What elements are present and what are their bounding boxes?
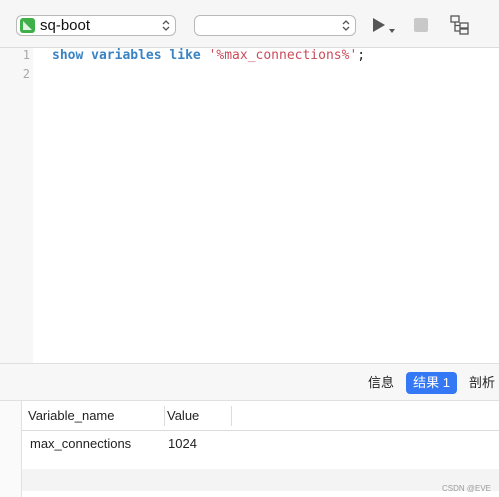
code-line-1: show variables like '%max_connections%';: [52, 47, 365, 65]
row-header-column: [0, 401, 22, 497]
database-select[interactable]: [194, 15, 356, 36]
column-divider[interactable]: [231, 406, 232, 426]
toolbar: sq-boot: [0, 0, 499, 48]
table-header: Variable_name Value: [22, 401, 499, 431]
sql-keyword: variables: [91, 48, 162, 63]
sql-editor[interactable]: 1 2 show variables like '%max_connection…: [0, 48, 499, 363]
mysql-connection-icon: [20, 18, 35, 33]
column-header-variable-name[interactable]: Variable_name: [28, 408, 114, 423]
sql-terminator: ;: [357, 48, 366, 63]
sql-keyword: show: [52, 48, 84, 63]
column-divider[interactable]: [164, 406, 165, 426]
table-row[interactable]: max_connections 1024: [22, 431, 499, 457]
connection-select[interactable]: sq-boot: [16, 15, 176, 36]
sql-string: '%max_connections%': [208, 48, 358, 63]
tab-info[interactable]: 信息: [368, 372, 394, 394]
line-number: 2: [22, 67, 30, 81]
stop-icon[interactable]: [414, 18, 428, 32]
line-number-gutter: 1 2: [0, 48, 33, 363]
tab-result-1[interactable]: 结果 1: [406, 372, 457, 394]
cell-variable-name[interactable]: max_connections: [30, 436, 131, 451]
column-header-value[interactable]: Value: [167, 408, 199, 423]
empty-row: [22, 469, 499, 491]
explain-icon[interactable]: [449, 14, 471, 36]
chevron-updown-icon: [162, 20, 170, 31]
cell-value[interactable]: 1024: [168, 436, 197, 451]
chevron-updown-icon: [342, 20, 350, 31]
tab-profile[interactable]: 剖析: [469, 372, 495, 394]
connection-name: sq-boot: [40, 17, 91, 34]
watermark: CSDN @EVE: [441, 484, 491, 493]
line-number: 1: [22, 48, 30, 62]
result-tabs: 信息 结果 1 剖析: [0, 363, 499, 401]
sql-keyword: like: [169, 48, 201, 63]
result-grid: Variable_name Value max_connections 1024…: [0, 401, 499, 497]
play-icon[interactable]: [370, 14, 398, 38]
